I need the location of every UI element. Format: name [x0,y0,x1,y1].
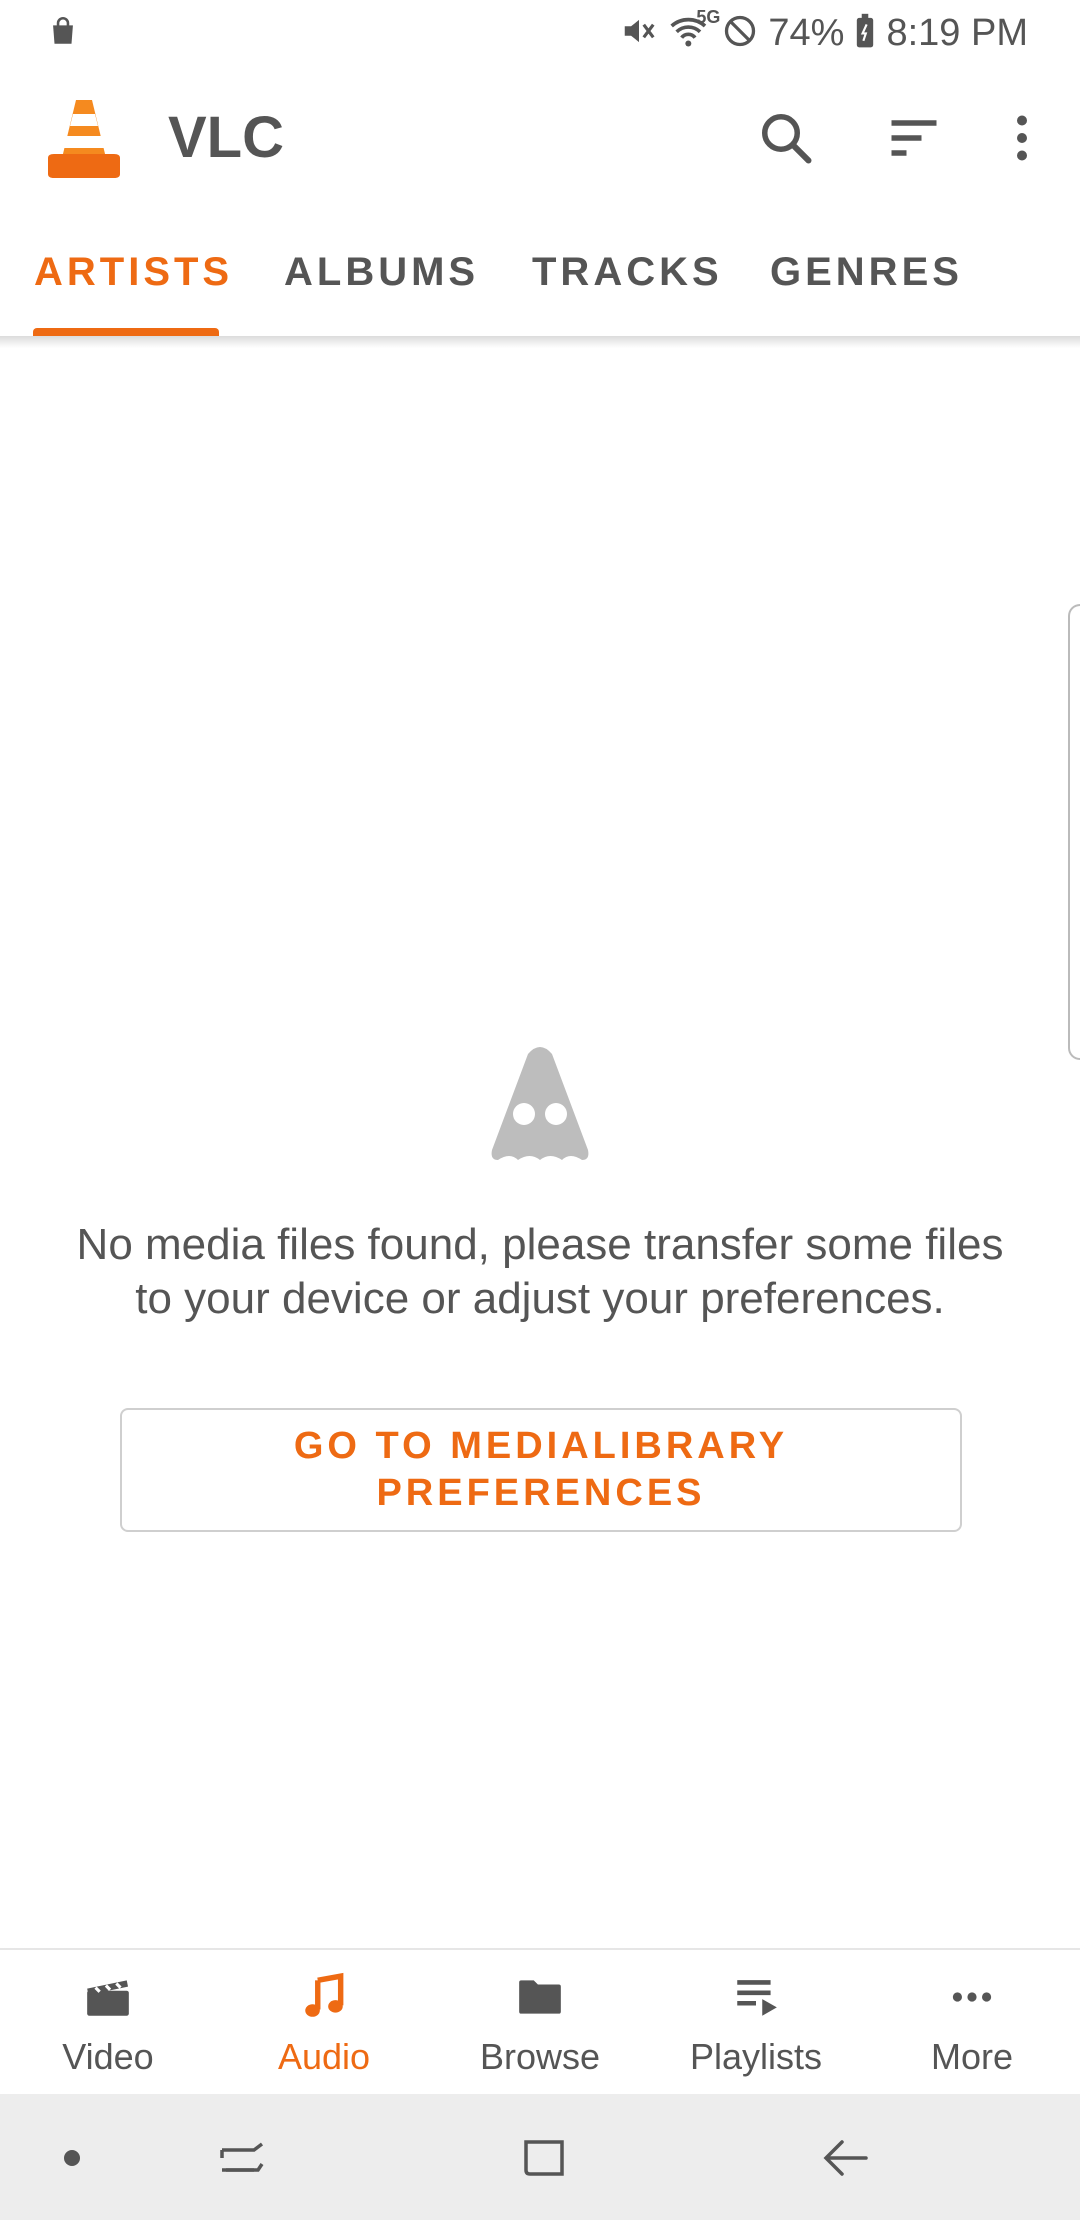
ghost-cone-icon [478,1044,602,1166]
tab-bar-shadow [0,336,1080,348]
medialibrary-preferences-button[interactable]: GO TO MEDIALIBRARY PREFERENCES [120,1408,962,1532]
tab-bar: ARTISTS ALBUMS TRACKS GENRES [0,214,1080,336]
dot-indicator-icon[interactable] [46,2130,102,2186]
battery-icon [854,13,876,54]
tab-tracks[interactable]: TRACKS [532,250,723,295]
wifi-icon: 5G [668,7,720,56]
app-bar: VLC [0,64,1080,214]
search-icon[interactable] [756,108,816,168]
tab-artists[interactable]: ARTISTS [34,250,233,295]
nav-label-playlists: Playlists [689,2036,823,2077]
empty-state-message: No media files found, please transfer so… [40,1218,1040,1326]
button-label-line-1: GO TO MEDIALIBRARY [293,1425,789,1467]
edge-panel-handle[interactable] [1068,604,1080,1060]
active-tab-indicator [33,328,219,336]
nav-label-video: Video [62,2036,154,2077]
nav-label-browse: Browse [479,2036,601,2077]
nav-label-more: More [930,2036,1014,2077]
home-icon[interactable] [516,2130,572,2186]
empty-message-line-2: to your device or adjust your preference… [135,1274,945,1323]
tab-albums[interactable]: ALBUMS [284,250,479,295]
nav-video[interactable]: Video [0,1950,216,2096]
tab-genres[interactable]: GENRES [770,250,963,295]
back-icon[interactable] [818,2130,874,2186]
music-note-icon [299,1972,349,2022]
button-label-line-2: PREFERENCES [376,1472,706,1514]
nav-label-audio: Audio [277,2036,371,2077]
bottom-navigation: Video Audio Browse Playlists More [0,1948,1080,2096]
mute-icon [620,12,658,55]
playlist-icon [731,1972,781,2022]
vlc-cone-logo-icon [44,96,124,180]
network-type-label: 5G [696,6,721,27]
folder-icon [515,1972,565,2022]
nav-more[interactable]: More [864,1950,1080,2096]
app-title: VLC [168,105,284,170]
clapperboard-icon [83,1972,133,2022]
battery-percent: 74% [768,11,845,54]
overflow-menu-icon[interactable] [992,108,1052,168]
nav-browse[interactable]: Browse [432,1950,648,2096]
do-not-disturb-icon [722,13,758,54]
recent-apps-icon[interactable] [214,2130,270,2186]
empty-message-line-1: No media files found, please transfer so… [76,1220,1004,1269]
system-navigation-bar [0,2094,1080,2220]
more-horizontal-icon [947,1972,997,2022]
clock: 8:19 PM [886,11,1028,54]
nav-playlists[interactable]: Playlists [648,1950,864,2096]
status-bar: 5G 74% 8:19 PM [0,0,1080,64]
sort-icon[interactable] [884,108,944,168]
nav-audio[interactable]: Audio [216,1950,432,2096]
shopping-bag-icon [46,14,80,53]
